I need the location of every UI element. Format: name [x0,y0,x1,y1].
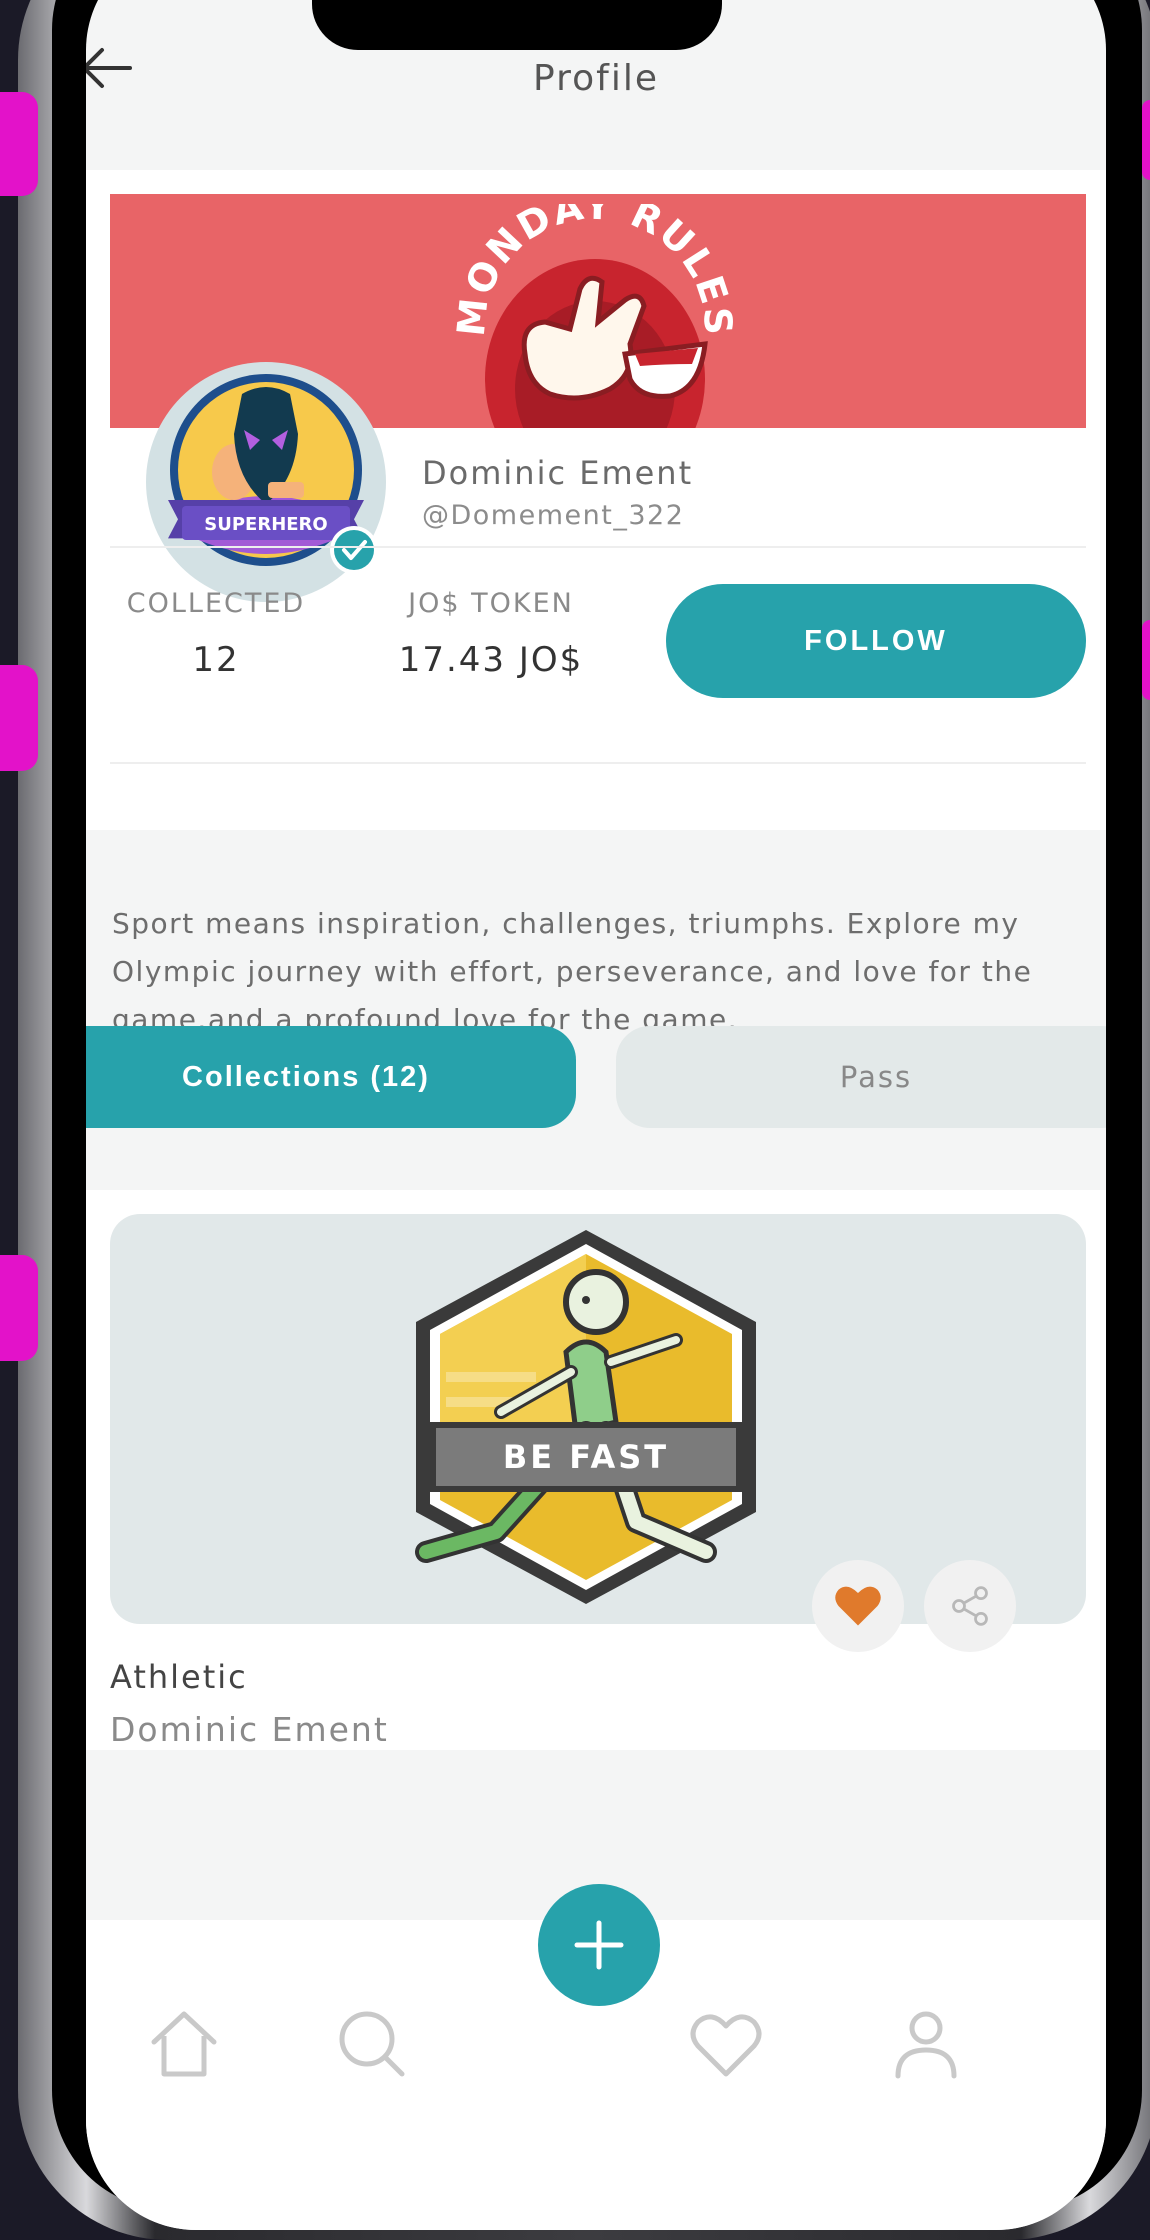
badge-text: BE FAST [503,1438,669,1476]
search-icon[interactable] [332,2004,412,2084]
collection-title: Athletic [110,1658,248,1696]
token-value: 17.43 JO$ [398,640,584,680]
home-icon[interactable] [144,2004,224,2084]
avatar-badge-label: SUPERHERO [204,514,327,535]
phone-screen: Profile MONDAY RULES SUPERHERO Dominic E… [86,0,1106,2230]
user-handle: @Domement_322 [422,500,685,531]
page-title: Profile [533,58,659,99]
side-button-volume-up [0,665,38,771]
side-button-right-2 [1142,620,1150,700]
collected-label: COLLECTED [126,588,306,619]
profile-icon[interactable] [886,2004,966,2084]
share-icon [952,1586,988,1626]
tab-pass[interactable]: Pass [616,1026,1106,1128]
token-label: JO$ TOKEN [408,588,574,619]
like-button[interactable] [812,1560,904,1652]
phone-notch [312,0,722,50]
collection-image[interactable]: BE FAST [110,1214,1086,1624]
user-name: Dominic Ement [422,454,694,492]
side-button-right-1 [1142,100,1150,180]
be-fast-badge: BE FAST [415,1230,756,1604]
collected-value: 12 [192,640,240,680]
side-button-volume-down [0,1255,38,1361]
add-button[interactable] [538,1884,660,2006]
side-button-mute [0,92,38,196]
share-button[interactable] [924,1560,1016,1652]
profile-card: MONDAY RULES SUPERHERO Dominic Ement @Do… [86,170,1106,830]
avatar[interactable]: SUPERHERO [146,362,386,602]
favorites-heart-icon[interactable] [686,2004,766,2084]
heart-icon [835,1586,881,1626]
superhero-avatar-icon: SUPERHERO [168,374,378,574]
tab-collections[interactable]: Collections (12) [86,1026,576,1128]
monday-rules-logo: MONDAY RULES [449,204,739,428]
follow-button[interactable]: FOLLOW [666,584,1086,698]
profile-bio: Sport means inspiration, challenges, tri… [112,907,1033,1036]
add-icon [574,1920,624,1970]
divider [110,762,1086,764]
collection-card[interactable]: BE FAST Athletic Dominic Ement [86,1190,1106,1750]
divider [110,546,1086,548]
collection-owner: Dominic Ement [110,1710,389,1749]
